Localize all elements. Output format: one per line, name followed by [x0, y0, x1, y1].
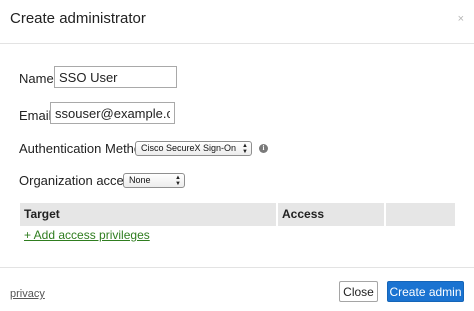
auth-method-select[interactable]: Cisco SecureX Sign-On ▲ ▼ — [135, 141, 252, 156]
select-arrows-icon: ▲ ▼ — [175, 175, 181, 187]
privacy-link[interactable]: privacy — [10, 288, 45, 300]
dialog-title: Create administrator — [10, 10, 146, 27]
create-administrator-dialog: Create administrator × Name: Email: Auth… — [0, 0, 474, 311]
org-access-select[interactable]: None ▲ ▼ — [123, 173, 185, 188]
add-access-privileges-link[interactable]: + Add access privileges — [24, 228, 150, 242]
auth-method-label: Authentication Method: — [19, 141, 152, 156]
create-admin-button[interactable]: Create admin — [387, 281, 464, 302]
privileges-table-header: Target Access — [20, 203, 455, 226]
column-header-target: Target — [24, 207, 60, 221]
name-label: Name: — [19, 71, 58, 86]
name-input[interactable] — [54, 66, 177, 88]
email-input[interactable] — [50, 102, 175, 124]
column-header-access: Access — [282, 207, 325, 221]
dialog-footer: privacy Close Create admin — [0, 267, 474, 311]
info-icon[interactable]: i — [259, 144, 268, 153]
org-access-selected: None — [129, 175, 151, 185]
dialog-header: Create administrator × — [0, 0, 474, 44]
column-header-empty — [386, 203, 455, 226]
select-arrows-icon: ▲ ▼ — [242, 143, 248, 155]
close-icon[interactable]: × — [458, 13, 464, 25]
auth-method-selected: Cisco SecureX Sign-On — [141, 143, 237, 153]
close-button[interactable]: Close — [339, 281, 378, 302]
